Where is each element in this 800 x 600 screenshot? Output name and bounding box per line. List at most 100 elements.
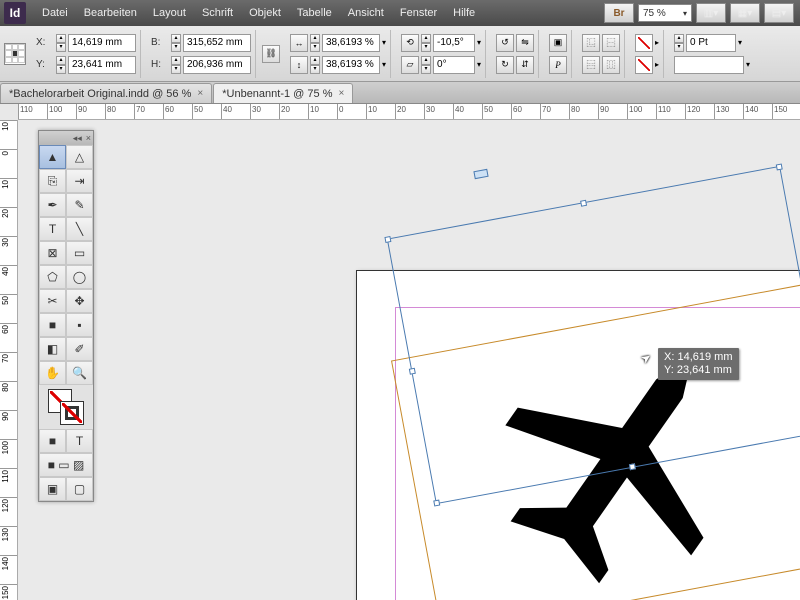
stroke-style-dropdown[interactable]: [674, 56, 744, 74]
scale-tool[interactable]: ▪: [66, 313, 93, 337]
zoom-tool[interactable]: 🔍: [66, 361, 93, 385]
scale-x-stepper[interactable]: ▴▾: [310, 34, 320, 52]
rectangle-tool[interactable]: ▭: [66, 241, 93, 265]
ellipse-tool[interactable]: ◯: [66, 265, 93, 289]
workspace-button[interactable]: ▤▾: [764, 3, 794, 23]
menu-object[interactable]: Objekt: [241, 0, 289, 26]
selection-tool[interactable]: ▲: [39, 145, 66, 169]
stroke-swatch[interactable]: [635, 56, 653, 74]
stroke-weight-input[interactable]: 0 Pt: [686, 34, 736, 52]
y-stepper[interactable]: ▴▾: [56, 56, 66, 74]
align-icon-1[interactable]: ⿺: [582, 34, 600, 52]
page-tool[interactable]: ⎘: [39, 169, 66, 193]
document-tab[interactable]: *Bachelorarbeit Original.indd @ 56 % ×: [0, 83, 212, 103]
rotate-stepper[interactable]: ▴▾: [421, 34, 431, 52]
rotate-cw-icon[interactable]: ↻: [496, 56, 514, 74]
select-content-icon[interactable]: P: [549, 56, 567, 74]
tab-label: *Unbenannt-1 @ 75 %: [222, 88, 332, 100]
rotate-ccw-icon[interactable]: ↺: [496, 34, 514, 52]
type-tool[interactable]: T: [39, 217, 66, 241]
rotate-icon: ⟲: [401, 34, 419, 52]
bridge-button[interactable]: Br: [604, 3, 634, 23]
pen-tool[interactable]: ✒: [39, 193, 66, 217]
tab-close-icon[interactable]: ×: [338, 88, 344, 99]
menu-edit[interactable]: Bearbeiten: [76, 0, 145, 26]
vertical-ruler[interactable]: 100102030405060708090100110120130140150: [0, 120, 18, 600]
view-mode-preview[interactable]: ▢: [66, 477, 93, 501]
menu-layout[interactable]: Layout: [145, 0, 194, 26]
scale-y-icon: ↕: [290, 56, 308, 74]
rectangle-frame-tool[interactable]: ⊠: [39, 241, 66, 265]
screen-mode-button[interactable]: ▥▾: [696, 3, 726, 23]
horizontal-ruler[interactable]: 1101009080706050403020100102030405060708…: [18, 104, 800, 120]
polygon-tool[interactable]: ⬠: [39, 265, 66, 289]
align-icon-2[interactable]: ⿱: [602, 34, 620, 52]
shear-input[interactable]: 0°: [433, 56, 475, 74]
align-icon-3[interactable]: ⿳: [582, 56, 600, 74]
y-label: Y:: [36, 59, 54, 70]
tab-close-icon[interactable]: ×: [197, 88, 203, 99]
tooltip-y-value: 23,641 mm: [677, 364, 732, 376]
scale-x-input[interactable]: 38,6193 %: [322, 34, 380, 52]
rotate-tool[interactable]: ■: [39, 313, 66, 337]
tooltip-y-label: Y:: [664, 364, 674, 376]
scale-x-icon: ↔: [290, 34, 308, 52]
width-input[interactable]: 315,652 mm: [183, 34, 251, 52]
shear-icon: ▱: [401, 56, 419, 74]
scissors-tool[interactable]: ✂: [39, 289, 66, 313]
menu-view[interactable]: Ansicht: [340, 0, 392, 26]
arrange-button[interactable]: ▦▾: [730, 3, 760, 23]
close-icon[interactable]: ×: [86, 133, 91, 143]
x-label: X:: [36, 37, 54, 48]
direct-selection-tool[interactable]: △: [66, 145, 93, 169]
hand-tool[interactable]: ✋: [39, 361, 66, 385]
scale-y-stepper[interactable]: ▴▾: [310, 56, 320, 74]
thread-in-port[interactable]: [473, 169, 488, 179]
menu-help[interactable]: Hilfe: [445, 0, 483, 26]
height-label: H:: [151, 59, 169, 70]
fill-stroke-swatch[interactable]: [48, 389, 84, 425]
zoom-level-dropdown[interactable]: 75 %: [638, 4, 692, 22]
y-input[interactable]: 23,641 mm: [68, 56, 136, 74]
document-canvas[interactable]: X: 14,619 mm Y: 23,641 mm: [18, 120, 800, 600]
menu-file[interactable]: Datei: [34, 0, 76, 26]
pencil-tool[interactable]: ✎: [66, 193, 93, 217]
rotate-input[interactable]: -10,5°: [433, 34, 475, 52]
coordinate-tooltip: X: 14,619 mm Y: 23,641 mm: [658, 348, 739, 380]
menu-window[interactable]: Fenster: [392, 0, 445, 26]
gap-tool[interactable]: ⇥: [66, 169, 93, 193]
x-stepper[interactable]: ▴▾: [56, 34, 66, 52]
select-container-icon[interactable]: ▣: [549, 34, 567, 52]
height-input[interactable]: 206,936 mm: [183, 56, 251, 74]
tools-panel[interactable]: ◂◂× ▲ △ ⎘ ⇥ ✒ ✎ T ╲ ⊠ ▭ ⬠ ◯ ✂ ✥ ■ ▪ ◧ ✐ …: [38, 130, 94, 502]
align-icon-4[interactable]: ⿲: [602, 56, 620, 74]
menu-table[interactable]: Tabelle: [289, 0, 340, 26]
width-label: B:: [151, 37, 169, 48]
flip-v-icon[interactable]: ⇵: [516, 56, 534, 74]
menu-type[interactable]: Schrift: [194, 0, 241, 26]
tooltip-x-value: 14,619 mm: [677, 351, 732, 363]
width-stepper[interactable]: ▴▾: [171, 34, 181, 52]
fill-swatch[interactable]: [635, 34, 653, 52]
shear-stepper[interactable]: ▴▾: [421, 56, 431, 74]
free-transform-tool[interactable]: ✥: [66, 289, 93, 313]
color-mode-button[interactable]: ■ ▭ ▨: [39, 453, 93, 477]
scale-y-input[interactable]: 38,6193 %: [322, 56, 380, 74]
height-stepper[interactable]: ▴▾: [171, 56, 181, 74]
tooltip-x-label: X:: [664, 351, 674, 363]
flip-h-icon[interactable]: ⇋: [516, 34, 534, 52]
eyedropper-tool[interactable]: ✐: [66, 337, 93, 361]
gradient-tool[interactable]: ◧: [39, 337, 66, 361]
document-tab-strip: *Bachelorarbeit Original.indd @ 56 % × *…: [0, 82, 800, 104]
view-mode-normal[interactable]: ▣: [39, 477, 66, 501]
apply-color-button[interactable]: ■: [39, 429, 66, 453]
stroke-weight-stepper[interactable]: ▴▾: [674, 34, 684, 52]
tools-panel-header[interactable]: ◂◂ ×: [39, 131, 93, 145]
reference-point-grid[interactable]: [4, 43, 26, 65]
document-tab[interactable]: *Unbenannt-1 @ 75 % ×: [213, 83, 353, 103]
constrain-wh-icon[interactable]: ⛓: [262, 45, 280, 63]
line-tool[interactable]: ╲: [66, 217, 93, 241]
collapse-icon[interactable]: ◂◂: [73, 133, 82, 144]
x-input[interactable]: 14,619 mm: [68, 34, 136, 52]
apply-text-button[interactable]: T: [66, 429, 93, 453]
